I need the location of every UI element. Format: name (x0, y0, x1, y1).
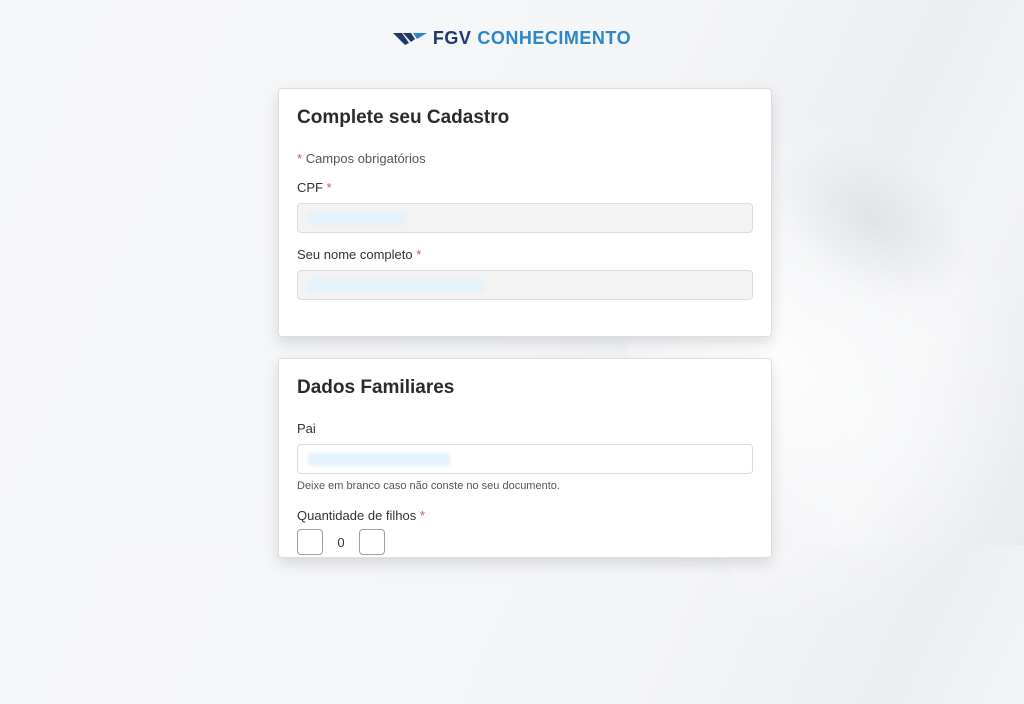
full-name-required-star: * (416, 247, 422, 262)
fgv-logo: FGV CONHECIMENTO (0, 28, 1024, 49)
children-count-value[interactable]: 0 (323, 535, 359, 550)
full-name-field[interactable] (297, 270, 753, 300)
father-field[interactable] (297, 444, 753, 474)
cpf-required-star: * (326, 180, 332, 195)
cpf-label-text: CPF (297, 180, 323, 195)
fgv-logo-icon (392, 32, 427, 45)
full-name-label: Seu nome completo * (297, 247, 753, 262)
logo-text-fgv: FGV (432, 28, 472, 48)
registration-title: Complete seu Cadastro (297, 107, 510, 128)
cpf-field[interactable] (297, 203, 753, 233)
registration-card: Complete seu Cadastro * Campos obrigatór… (278, 88, 772, 337)
full-name-redacted-value (308, 279, 484, 292)
children-count-label-text: Quantidade de filhos (297, 508, 417, 523)
required-fields-note: * Campos obrigatórios (297, 151, 753, 166)
family-data-title: Dados Familiares (297, 377, 455, 398)
required-star: * (297, 151, 303, 166)
decrement-button[interactable] (297, 529, 323, 555)
cpf-redacted-value (308, 212, 406, 225)
father-label-text: Pai (297, 421, 316, 436)
father-redacted-value (308, 453, 450, 466)
cpf-label: CPF * (297, 180, 753, 195)
children-required-star: * (419, 508, 425, 523)
children-count-stepper: 0 (297, 529, 753, 555)
full-name-label-text: Seu nome completo (297, 247, 413, 262)
logo-text-conhecimento: CONHECIMENTO (477, 28, 632, 48)
family-data-card: Dados Familiares Pai Deixe em branco cas… (278, 358, 772, 558)
required-note-text: Campos obrigatórios (305, 151, 426, 166)
increment-button[interactable] (359, 529, 385, 555)
father-label: Pai (297, 421, 753, 436)
father-hint: Deixe em branco caso não conste no seu d… (297, 480, 560, 492)
children-count-label: Quantidade de filhos * (297, 508, 753, 523)
